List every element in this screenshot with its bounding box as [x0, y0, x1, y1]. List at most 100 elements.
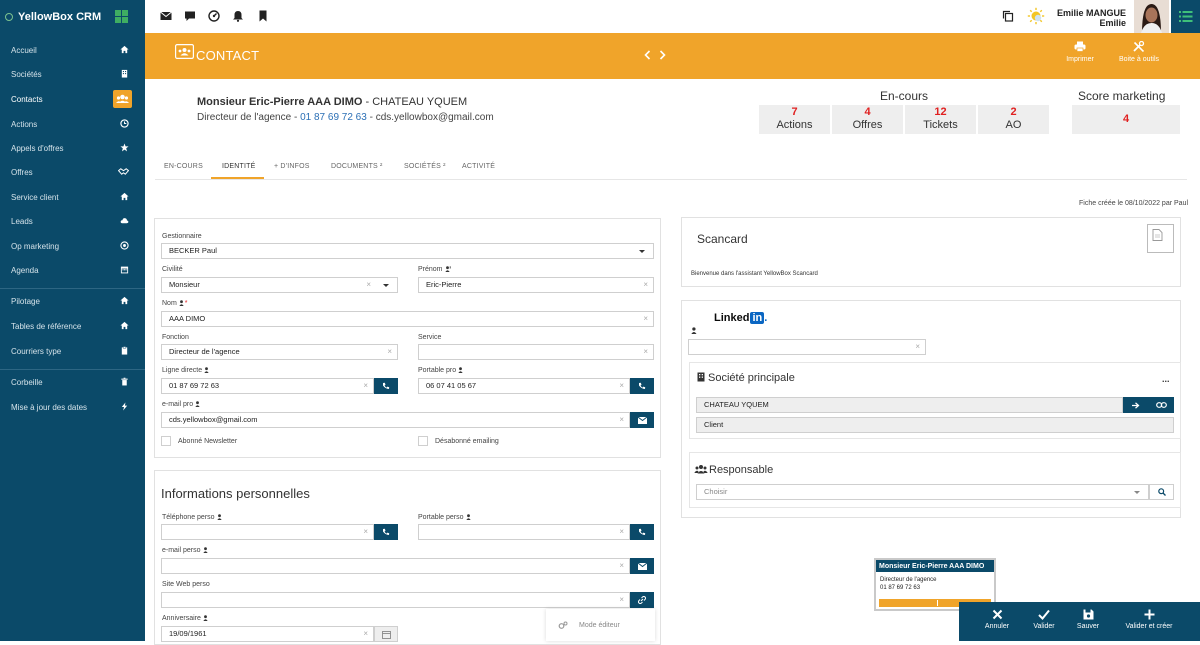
clear-icon[interactable]: × [915, 340, 920, 354]
clear-icon[interactable]: × [619, 525, 624, 539]
tel-perso-field[interactable]: × [161, 524, 374, 540]
bookmark-icon[interactable] [257, 10, 269, 22]
goto-societe-button[interactable] [1123, 397, 1148, 413]
sidebar-item-offres[interactable]: Offres [0, 160, 145, 184]
user-name[interactable]: Emilie MANGUE Emilie [1057, 8, 1126, 28]
newsletter-checkbox[interactable] [161, 436, 171, 446]
tab-activite[interactable]: ACTIVITÉ [462, 163, 495, 170]
clear-icon[interactable]: × [643, 278, 648, 292]
anniversaire-field[interactable]: 19/09/1961 × [161, 626, 374, 642]
sidebar-item-tables-reference[interactable]: Tables de référence [0, 314, 145, 338]
societe-type-field[interactable]: Client [696, 417, 1174, 433]
chevron-right-icon[interactable] [659, 50, 666, 60]
portable-pro-field[interactable]: 06 07 41 05 67 × [418, 378, 630, 394]
call-perso-button[interactable] [374, 524, 398, 540]
sauver-button[interactable]: Sauver [1068, 609, 1108, 630]
printer-icon [1074, 41, 1086, 52]
portable-perso-field[interactable]: × [418, 524, 630, 540]
tab-societes[interactable]: SOCIÉTÉS ² [404, 163, 446, 170]
send-email-button[interactable] [630, 412, 654, 428]
societe-name-field[interactable]: CHATEAU YQUEM [696, 397, 1123, 413]
stat-ao[interactable]: 2 AO [978, 105, 1049, 134]
mode-editeur-button[interactable]: Mode éditeur [546, 609, 655, 641]
clear-icon[interactable]: × [619, 413, 624, 427]
sidebar-item-actions[interactable]: Actions [0, 112, 145, 136]
tab-en-cours[interactable]: EN-COURS [164, 163, 203, 170]
linkedin-url-field[interactable]: × [688, 339, 926, 355]
service-field[interactable]: × [418, 344, 654, 360]
call-portable-perso-button[interactable] [630, 524, 654, 540]
sidebar-item-service-client[interactable]: Service client [0, 185, 145, 209]
fonction-field[interactable]: Directeur de l'agence × [161, 344, 398, 360]
weather-sun-icon[interactable] [1027, 7, 1045, 25]
chevron-down-icon [383, 284, 389, 287]
clear-icon[interactable]: × [619, 559, 624, 573]
prenom-field[interactable]: Eric-Pierre × [418, 277, 654, 293]
valider-button[interactable]: Valider [1024, 609, 1064, 630]
chat-icon[interactable] [184, 10, 196, 22]
clear-icon[interactable]: × [619, 379, 624, 393]
sidebar-item-accueil[interactable]: Accueil [0, 38, 145, 62]
sidebar-item-courriers-type[interactable]: Courriers type [0, 339, 145, 363]
tab-identite[interactable]: IDENTITÉ [222, 163, 256, 170]
linkedin-logo[interactable]: Linked in. [714, 312, 767, 324]
clear-icon[interactable]: × [363, 627, 368, 641]
clear-icon[interactable]: × [643, 345, 648, 359]
annuler-button[interactable]: Annuler [977, 609, 1017, 630]
call-button[interactable] [374, 378, 398, 394]
call-mobile-button[interactable] [630, 378, 654, 394]
star-icon [120, 143, 129, 152]
score-box: 4 [1072, 105, 1180, 134]
civilite-select[interactable]: Monsieur × [161, 277, 398, 293]
desabonne-checkbox[interactable] [418, 436, 428, 446]
toolbox-button[interactable]: Boite à outils [1115, 41, 1163, 63]
brand[interactable]: YellowBox CRM [0, 0, 145, 33]
responsable-select[interactable]: Choisir [696, 484, 1149, 500]
email-perso-field[interactable]: × [161, 558, 630, 574]
copy-icon[interactable] [1002, 10, 1014, 22]
sidebar-item-agenda[interactable]: Agenda [0, 258, 145, 282]
chevron-left-icon[interactable] [644, 50, 651, 60]
clear-icon[interactable]: × [363, 525, 368, 539]
valider-et-creer-button[interactable]: Valider et créer [1117, 609, 1181, 630]
sidebar-item-societes[interactable]: Sociétés [0, 62, 145, 86]
gestionnaire-select[interactable]: BECKER Paul [161, 243, 654, 259]
dashboard-icon[interactable] [208, 10, 220, 22]
stat-actions[interactable]: 7 Actions [759, 105, 830, 134]
print-button[interactable]: Imprimer [1063, 41, 1097, 63]
clear-icon[interactable]: × [363, 379, 368, 393]
clear-icon[interactable]: × [366, 278, 371, 292]
apps-grid-icon[interactable] [115, 10, 128, 23]
sidebar-item-op-marketing[interactable]: Op marketing [0, 234, 145, 258]
unlink-societe-button[interactable] [1148, 397, 1174, 413]
sidebar-item-mise-a-jour-dates[interactable]: Mise à jour des dates [0, 395, 145, 419]
sidebar-item-contacts[interactable]: Contacts [0, 87, 145, 111]
sidebar-item-appels-offres[interactable]: Appels d'offres [0, 136, 145, 160]
more-options-icon[interactable]: ... [1162, 374, 1170, 384]
menu-button[interactable] [1171, 0, 1200, 33]
clear-icon[interactable]: × [619, 593, 624, 607]
stat-tickets[interactable]: 12 Tickets [905, 105, 976, 134]
open-link-button[interactable] [630, 592, 654, 608]
send-email-perso-button[interactable] [630, 558, 654, 574]
clear-icon[interactable]: × [387, 345, 392, 359]
mail-icon [637, 563, 647, 570]
nom-field[interactable]: AAA DIMO × [161, 311, 654, 327]
tab-documents[interactable]: DOCUMENTS ² [331, 163, 383, 170]
site-web-field[interactable]: × [161, 592, 630, 608]
tab-plus-infos[interactable]: + D'INFOS [274, 163, 310, 170]
sidebar-item-pilotage[interactable]: Pilotage [0, 289, 145, 313]
contact-phone-link[interactable]: 01 87 69 72 63 [300, 112, 367, 123]
avatar[interactable] [1134, 0, 1169, 33]
date-picker-button[interactable] [374, 626, 398, 642]
bell-icon[interactable] [232, 10, 244, 22]
scancard-upload[interactable] [1147, 224, 1174, 253]
email-pro-field[interactable]: cds.yellowbox@gmail.com × [161, 412, 630, 428]
ligne-directe-field[interactable]: 01 87 69 72 63 × [161, 378, 374, 394]
sidebar-item-leads[interactable]: Leads [0, 209, 145, 233]
search-responsable-button[interactable] [1149, 484, 1174, 500]
sidebar-item-corbeille[interactable]: Corbeille [0, 370, 145, 394]
stat-offres[interactable]: 4 Offres [832, 105, 903, 134]
clear-icon[interactable]: × [643, 312, 648, 326]
mail-icon[interactable] [160, 10, 172, 22]
